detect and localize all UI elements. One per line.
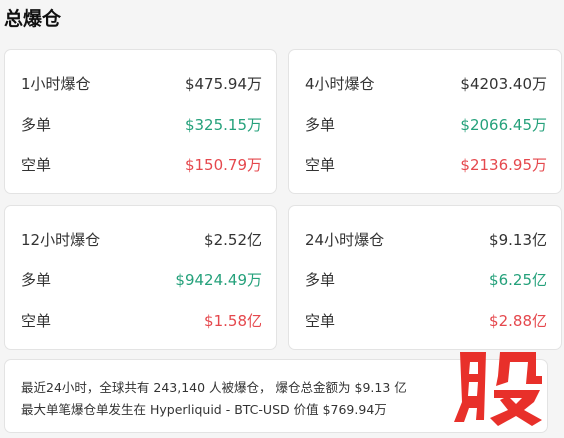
page-title: 总爆仓 <box>4 8 62 30</box>
long-row: 多单 $325.15万 <box>21 113 262 137</box>
summary-line-2: 最大单笔爆仓单发生在 Hyperliquid - BTC-USD 价值 $769… <box>21 402 387 417</box>
period-total-value: $475.94万 <box>184 75 262 93</box>
watermark-stamp-icon <box>446 345 550 427</box>
total-row: 12小时爆仓 $2.52亿 <box>21 228 262 252</box>
long-label: 多单 <box>21 116 52 134</box>
short-row: 空单 $150.79万 <box>21 153 262 177</box>
long-value: $2066.45万 <box>460 116 547 134</box>
liquidation-card-1h: 1小时爆仓 $475.94万 多单 $325.15万 空单 $150.79万 <box>4 49 277 194</box>
period-total-value: $4203.40万 <box>460 75 547 93</box>
short-row: 空单 $2.88亿 <box>305 309 547 333</box>
short-label: 空单 <box>305 312 336 330</box>
period-label: 12小时爆仓 <box>21 231 101 249</box>
summary-line-1: 最近24小时，全球共有 243,140 人被爆仓， 爆仓总金额为 $9.13 亿 <box>21 380 407 395</box>
period-total-value: $9.13亿 <box>489 231 547 249</box>
long-label: 多单 <box>305 116 336 134</box>
long-row: 多单 $9424.49万 <box>21 268 262 292</box>
long-value: $9424.49万 <box>175 271 262 289</box>
short-label: 空单 <box>21 156 52 174</box>
long-value: $6.25亿 <box>489 271 547 289</box>
long-row: 多单 $6.25亿 <box>305 268 547 292</box>
period-label: 1小时爆仓 <box>21 75 91 93</box>
short-value: $150.79万 <box>184 156 262 174</box>
short-value: $2136.95万 <box>460 156 547 174</box>
long-row: 多单 $2066.45万 <box>305 113 547 137</box>
period-label: 24小时爆仓 <box>305 231 385 249</box>
liquidation-card-4h: 4小时爆仓 $4203.40万 多单 $2066.45万 空单 $2136.95… <box>288 49 562 194</box>
total-row: 1小时爆仓 $475.94万 <box>21 72 262 96</box>
period-label: 4小时爆仓 <box>305 75 375 93</box>
short-label: 空单 <box>305 156 336 174</box>
short-value: $1.58亿 <box>204 312 262 330</box>
liquidation-card-12h: 12小时爆仓 $2.52亿 多单 $9424.49万 空单 $1.58亿 <box>4 205 277 350</box>
short-row: 空单 $1.58亿 <box>21 309 262 333</box>
total-row: 24小时爆仓 $9.13亿 <box>305 228 547 252</box>
short-row: 空单 $2136.95万 <box>305 153 547 177</box>
liquidation-card-24h: 24小时爆仓 $9.13亿 多单 $6.25亿 空单 $2.88亿 <box>288 205 562 350</box>
long-value: $325.15万 <box>184 116 262 134</box>
short-value: $2.88亿 <box>489 312 547 330</box>
short-label: 空单 <box>21 312 52 330</box>
long-label: 多单 <box>305 271 336 289</box>
long-label: 多单 <box>21 271 52 289</box>
period-total-value: $2.52亿 <box>204 231 262 249</box>
total-row: 4小时爆仓 $4203.40万 <box>305 72 547 96</box>
